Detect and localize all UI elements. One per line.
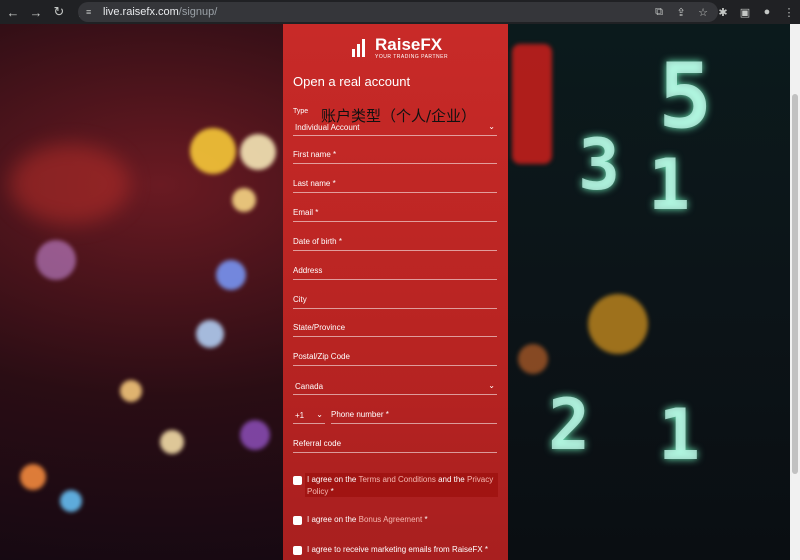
stock-ticker-background: 5 3 1 2 1 (508, 24, 800, 560)
first-name-label: First name (293, 150, 331, 159)
required-mark: * (332, 179, 336, 188)
url-path: /signup/ (178, 6, 218, 18)
bokeh-light (196, 320, 224, 348)
account-type-value: Individual Account (295, 123, 360, 132)
bokeh-light (518, 344, 548, 374)
url-host: live.raisefx.com (103, 6, 179, 18)
browser-toolbar: ← → ↻ ⌂ ≡ live.raisefx.com/signup/ ⧉ ⇪ ☆… (0, 0, 800, 24)
brand-name: RaiseFX (375, 35, 443, 54)
page-scrollbar[interactable] (790, 24, 800, 560)
bokeh-light (512, 44, 552, 164)
bonus-agreement-link[interactable]: Bonus Agreement (359, 515, 423, 524)
city-field[interactable]: City (293, 291, 497, 309)
site-info-icon[interactable]: ≡ (86, 7, 96, 17)
chevron-down-icon: ⌄ (488, 381, 495, 390)
required-mark: * (424, 515, 428, 524)
brand-tagline: YOUR TRADING PARTNER (375, 54, 449, 60)
share-icon[interactable]: ⇪ (672, 3, 690, 21)
bokeh-light (190, 128, 236, 174)
terms-link[interactable]: Terms and Conditions (358, 475, 435, 484)
extensions-icon[interactable]: ✱ (714, 3, 732, 21)
required-mark: * (333, 150, 337, 159)
ticker-digits: 1 (658, 394, 705, 476)
address-label: Address (293, 266, 323, 275)
last-name-label: Last name (293, 179, 331, 188)
bokeh-light (60, 490, 82, 512)
bokeh-light (160, 430, 184, 454)
phone-label: Phone number (331, 410, 384, 419)
address-bar[interactable]: ≡ live.raisefx.com/signup/ (78, 2, 718, 22)
terms-prefix: I agree on the (307, 475, 357, 484)
phone-number-field[interactable]: Phone number * (331, 406, 497, 424)
city-label: City (293, 295, 307, 304)
type-label: Type (293, 108, 309, 115)
country-select[interactable]: Canada ⌄ (293, 377, 497, 395)
logo-bars-icon (351, 37, 371, 59)
terms-text: I agree on the Terms and Conditions and … (307, 474, 497, 498)
referral-label: Referral code (293, 439, 342, 448)
bonus-text: I agree on the Bonus Agreement * (307, 514, 497, 526)
state-label: State/Province (293, 323, 346, 332)
side-panel-icon[interactable]: ▣ (736, 3, 754, 21)
bonus-agreement-checkbox[interactable] (293, 516, 302, 525)
reload-icon[interactable]: ↻ (49, 2, 69, 22)
bokeh-light (20, 464, 46, 490)
bokeh-light (36, 240, 76, 280)
bokeh-light (588, 294, 648, 354)
zip-field[interactable]: Postal/Zip Code (293, 348, 497, 366)
bookmark-star-icon[interactable]: ☆ (694, 3, 712, 21)
terms-checkbox[interactable] (293, 476, 302, 485)
translate-icon[interactable]: ⧉ (650, 3, 668, 21)
bokeh-light (10, 144, 130, 224)
marketing-text: I agree to receive marketing emails from… (307, 544, 497, 556)
terms-mid: and the (438, 475, 465, 484)
email-label: Email (293, 208, 314, 217)
phone-code-select[interactable]: +1 ⌄ (293, 406, 325, 424)
account-type-select[interactable]: Individual Account ⌄ (293, 118, 497, 136)
required-mark: * (338, 237, 342, 246)
country-value: Canada (295, 382, 324, 391)
referral-code-field[interactable]: Referral code (293, 435, 497, 453)
scrollbar-thumb[interactable] (792, 94, 798, 474)
signup-panel: RaiseFX YOUR TRADING PARTNER Open a real… (283, 24, 508, 560)
ticker-digits: 3 (578, 124, 625, 206)
bokeh-light (240, 134, 276, 170)
required-mark: * (315, 208, 319, 217)
required-mark: * (330, 487, 334, 496)
zip-label: Postal/Zip Code (293, 352, 350, 361)
bokeh-light (120, 380, 142, 402)
form-title: Open a real account (293, 74, 411, 89)
ticker-digits: 1 (648, 144, 695, 226)
chevron-down-icon: ⌄ (488, 122, 495, 131)
marketing-label: I agree to receive marketing emails from… (307, 545, 483, 554)
first-name-field[interactable]: First name * (293, 146, 497, 164)
last-name-field[interactable]: Last name * (293, 175, 497, 193)
url-text: live.raisefx.com/signup/ (103, 6, 217, 18)
date-of-birth-field[interactable]: Date of birth * (293, 233, 497, 251)
menu-icon[interactable]: ⋮ (780, 3, 798, 21)
required-mark: * (484, 545, 488, 554)
bonus-prefix: I agree on the (307, 515, 357, 524)
phone-code-value: +1 (295, 411, 305, 420)
bokeh-light (232, 188, 256, 212)
dob-label: Date of birth (293, 237, 337, 246)
bokeh-light (216, 260, 246, 290)
forward-icon[interactable]: → (26, 2, 46, 22)
profile-icon[interactable]: ● (758, 3, 776, 21)
email-field[interactable]: Email * (293, 204, 497, 222)
back-icon[interactable]: ← (3, 2, 23, 22)
ticker-digits: 5 (658, 44, 717, 149)
marketing-checkbox[interactable] (293, 546, 302, 555)
raisefx-logo[interactable]: RaiseFX YOUR TRADING PARTNER (351, 34, 448, 62)
address-field[interactable]: Address (293, 262, 497, 280)
state-field[interactable]: State/Province (293, 319, 497, 337)
required-mark: * (385, 410, 389, 419)
ticker-digits: 2 (548, 384, 595, 466)
chevron-down-icon: ⌄ (316, 410, 323, 419)
bokeh-light (240, 420, 270, 450)
